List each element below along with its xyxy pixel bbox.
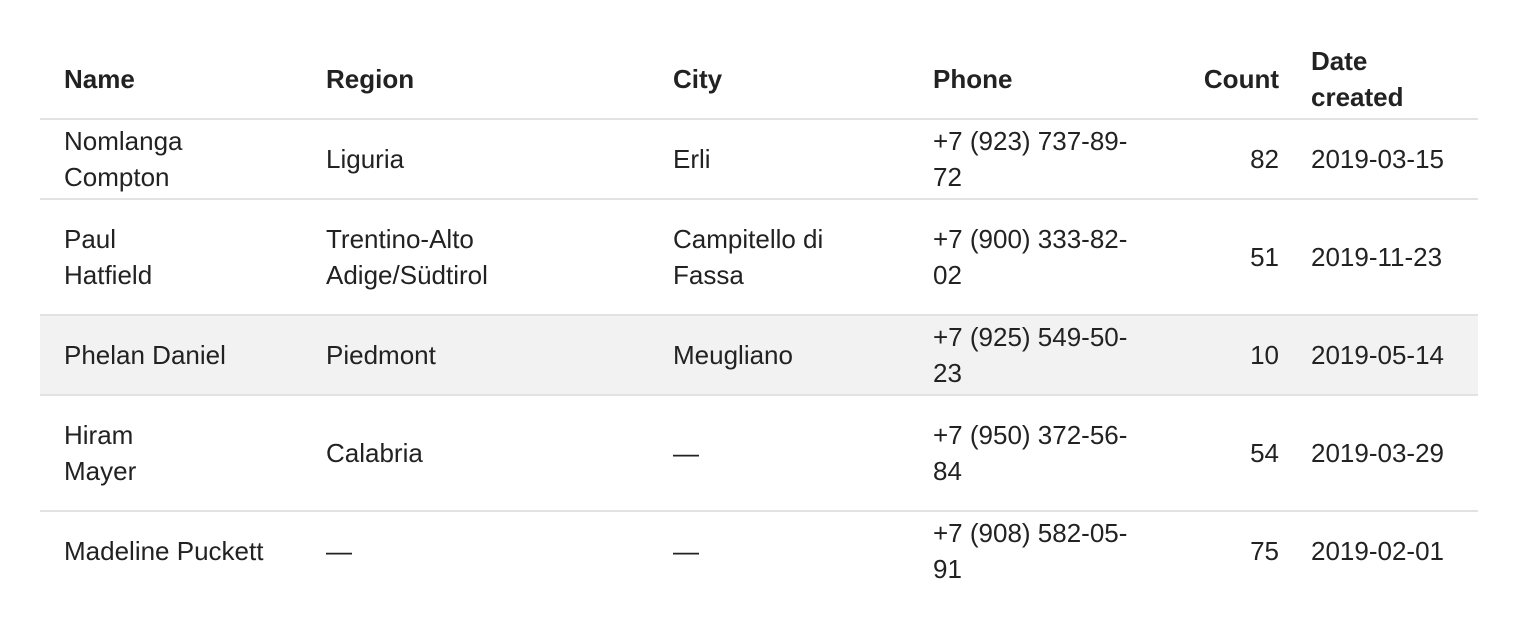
table-row-highlighted[interactable]: Phelan Daniel Piedmont Meugliano +7 (925… [40, 315, 1478, 396]
name-line-second: Mayer [64, 456, 137, 486]
data-table-container: Name Region City Phone Count Date create… [40, 40, 1478, 590]
column-header-city[interactable]: City [657, 40, 917, 120]
name-line-first: Phelan Daniel [64, 340, 226, 370]
cell-date-created: 2019-05-14 [1295, 315, 1478, 396]
cell-date-created: 2019-11-23 [1295, 199, 1478, 316]
cell-phone: +7 (908) 582-05-91 [933, 518, 1128, 584]
cell-date-created: 2019-02-01 [1311, 536, 1444, 566]
cell-region: Calabria [310, 395, 657, 512]
cell-region: Piedmont [310, 315, 657, 396]
table-row[interactable]: Hiram Mayer Calabria — +7 (950) 372-56-8… [40, 395, 1478, 512]
column-header-name[interactable]: Name [40, 40, 310, 120]
cell-phone: +7 (923) 737-89-72 [917, 119, 1171, 200]
cell-name: Paul Hatfield [40, 199, 310, 316]
cell-count: 10 [1171, 315, 1295, 396]
cell-phone: +7 (900) 333-82-02 [917, 199, 1171, 316]
cell-name: Hiram Mayer [40, 395, 310, 512]
cell-city: — [673, 536, 699, 566]
cell-name: Madeline Puckett [40, 511, 310, 590]
cell-city: Erli [657, 119, 917, 200]
cell-date-created: 2019-03-29 [1295, 395, 1478, 512]
cell-city: — [657, 395, 917, 512]
column-header-region[interactable]: Region [310, 40, 657, 120]
name-line-first: Madeline Puckett [64, 536, 264, 566]
column-header-date-created[interactable]: Date created [1295, 40, 1478, 120]
name-line-first: Hiram [64, 420, 134, 450]
cell-date-created: 2019-03-15 [1295, 119, 1478, 200]
table-row[interactable]: Nomlanga Compton Liguria Erli +7 (923) 7… [40, 119, 1478, 200]
column-header-count[interactable]: Count [1171, 40, 1295, 120]
cell-count: 82 [1171, 119, 1295, 200]
header-row: Name Region City Phone Count Date create… [40, 40, 1478, 120]
cell-city: Campitello di Fassa [657, 199, 917, 316]
cell-region: Trentino-Alto Adige/Südtirol [310, 199, 657, 316]
table-body: Nomlanga Compton Liguria Erli +7 (923) 7… [40, 119, 1478, 590]
cell-count: 51 [1171, 199, 1295, 316]
cell-name: Phelan Daniel [40, 315, 310, 396]
name-line-first: Paul [64, 224, 117, 254]
data-table: Name Region City Phone Count Date create… [40, 40, 1478, 590]
table-row[interactable]: Madeline Puckett — — +7 (908) 582-05-91 … [40, 511, 1478, 590]
table-header: Name Region City Phone Count Date create… [40, 40, 1478, 120]
cell-region: — [326, 536, 352, 566]
column-header-phone[interactable]: Phone [917, 40, 1171, 120]
cell-region: Liguria [310, 119, 657, 200]
cell-phone: +7 (925) 549-50-23 [917, 315, 1171, 396]
cell-city: Meugliano [657, 315, 917, 396]
cell-phone: +7 (950) 372-56-84 [917, 395, 1171, 512]
cell-count: 75 [1250, 536, 1279, 566]
name-line-second: Hatfield [64, 260, 153, 290]
table-row[interactable]: Paul Hatfield Trentino-Alto Adige/Südtir… [40, 199, 1478, 316]
cell-count: 54 [1171, 395, 1295, 512]
cell-name: Nomlanga Compton [40, 119, 310, 200]
name-line-first: Nomlanga Compton [64, 126, 183, 192]
